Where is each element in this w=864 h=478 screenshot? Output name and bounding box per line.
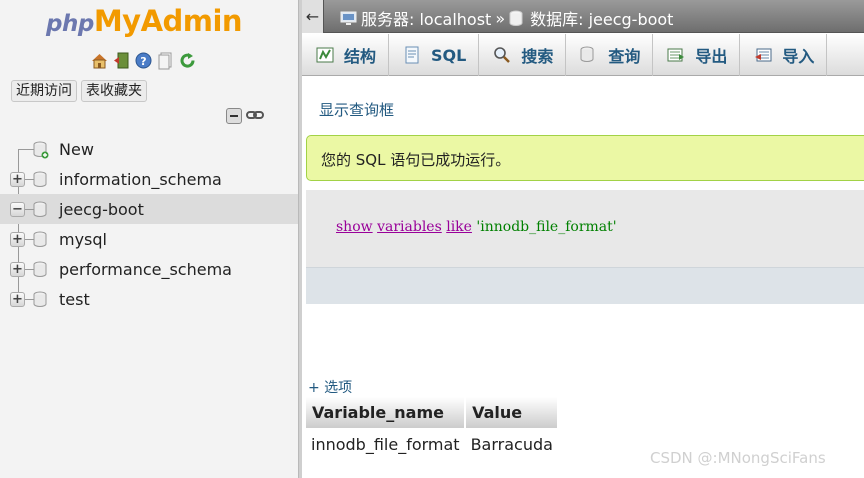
- recent-tab[interactable]: 近期访问: [11, 80, 77, 102]
- docs-icon[interactable]: [156, 51, 175, 70]
- cell-variable-name: innodb_file_format: [306, 428, 466, 460]
- sql-toolbar: [306, 267, 864, 304]
- query-icon: [580, 46, 598, 64]
- import-icon: [754, 46, 772, 64]
- favorites-tab[interactable]: 表收藏夹: [81, 80, 147, 102]
- search-icon: [493, 46, 511, 64]
- tab-label: 导入: [782, 47, 815, 66]
- tree-item-information-schema[interactable]: + information_schema: [0, 164, 298, 194]
- sql-keyword-show[interactable]: show: [336, 219, 373, 235]
- new-db-icon: [33, 141, 49, 159]
- success-text: 您的 SQL 语句已成功运行。: [321, 151, 511, 169]
- logo-myadmin: MyAdmin: [93, 4, 243, 38]
- server-icon: [340, 10, 357, 27]
- expand-icon[interactable]: +: [10, 262, 25, 277]
- expand-icon[interactable]: +: [10, 292, 25, 307]
- collapse-all-icon[interactable]: [226, 107, 242, 124]
- tree-controls: [226, 106, 264, 125]
- back-arrow-icon[interactable]: ←: [302, 0, 324, 33]
- success-message: 您的 SQL 语句已成功运行。: [306, 135, 864, 181]
- tab-bar: 结构 SQL 搜索 查询 导出 导入: [302, 34, 864, 76]
- phpmyadmin-logo[interactable]: phpMyAdmin: [46, 4, 243, 38]
- main-content: ← 服务器: localhost » 数据库: jeecg-boot 结构 SQ…: [302, 0, 864, 478]
- breadcrumb-server[interactable]: 服务器: localhost: [361, 6, 491, 30]
- database-icon: [33, 261, 47, 278]
- column-header-variable-name[interactable]: Variable_name: [306, 397, 467, 428]
- sql-string-literal: 'innodb_file_format': [476, 219, 617, 235]
- watermark: CSDN @:MNongSciFans: [650, 449, 826, 467]
- sql-query-box: show variables like 'innodb_file_format': [306, 190, 864, 304]
- show-query-box-link[interactable]: 显示查询框: [319, 99, 394, 120]
- breadcrumb: 服务器: localhost » 数据库: jeecg-boot: [340, 6, 673, 30]
- tree-item-label[interactable]: jeecg-boot: [59, 200, 144, 219]
- tree-branch-line: [18, 149, 34, 150]
- tab-label: 结构: [344, 47, 377, 66]
- tree-item-label[interactable]: test: [59, 290, 90, 309]
- breadcrumb-bar: ← 服务器: localhost » 数据库: jeecg-boot: [302, 0, 864, 33]
- tree-item-mysql[interactable]: + mysql: [0, 224, 298, 254]
- database-icon: [509, 10, 526, 27]
- tab-label: 查询: [608, 47, 641, 66]
- database-icon: [33, 171, 47, 188]
- export-icon: [667, 46, 685, 64]
- tab-sql[interactable]: SQL: [389, 34, 480, 76]
- expand-icon[interactable]: +: [10, 232, 25, 247]
- sql-keyword-like[interactable]: like: [446, 219, 472, 235]
- breadcrumb-database[interactable]: 数据库: jeecg-boot: [530, 6, 673, 30]
- database-icon: [33, 201, 47, 218]
- options-toggle-link[interactable]: + 选项: [308, 377, 352, 397]
- sql-statement: show variables like 'innodb_file_format': [336, 219, 617, 235]
- sql-keyword-variables[interactable]: variables: [377, 219, 442, 235]
- structure-icon: [316, 46, 334, 64]
- link-icon[interactable]: [246, 106, 264, 125]
- tree-item-label[interactable]: mysql: [59, 230, 107, 249]
- cell-value: Barracuda: [465, 428, 559, 460]
- tab-query[interactable]: 查询: [566, 34, 654, 76]
- result-table: Variable_name Value innodb_file_format B…: [306, 397, 560, 460]
- tree-item-jeecg-boot[interactable]: − jeecg-boot: [0, 194, 298, 224]
- breadcrumb-separator: »: [495, 8, 506, 28]
- nav-tabs: 近期访问 表收藏夹: [11, 80, 147, 102]
- tree-item-test[interactable]: + test: [0, 284, 298, 314]
- tree-item-new[interactable]: New: [0, 134, 298, 164]
- tree-item-label[interactable]: performance_schema: [59, 260, 232, 279]
- svg-text:?: ?: [140, 55, 146, 68]
- table-header-row: Variable_name Value: [306, 397, 560, 428]
- tree-item-label[interactable]: information_schema: [59, 170, 222, 189]
- exit-icon[interactable]: [112, 51, 131, 70]
- table-row: innodb_file_format Barracuda: [306, 428, 559, 460]
- database-icon: [33, 291, 47, 308]
- logo-php: php: [46, 11, 94, 37]
- tab-search[interactable]: 搜索: [479, 34, 567, 76]
- tab-structure[interactable]: 结构: [302, 34, 390, 76]
- expand-icon[interactable]: +: [10, 172, 25, 187]
- home-icon[interactable]: [90, 51, 109, 70]
- tab-export[interactable]: 导出: [653, 34, 741, 76]
- tab-label: SQL: [431, 45, 467, 65]
- logo-links: ?: [90, 51, 197, 70]
- tree-item-label: New: [59, 139, 94, 159]
- database-icon: [33, 231, 47, 248]
- tab-import[interactable]: 导入: [740, 34, 828, 76]
- database-tree: New + information_schema − jeecg-boot + …: [0, 134, 298, 314]
- collapse-icon[interactable]: −: [10, 202, 25, 217]
- reload-icon[interactable]: [178, 51, 197, 70]
- sql-icon: [403, 46, 421, 64]
- navigation-panel: phpMyAdmin ? 近期访问 表收藏夹 New + information…: [0, 0, 298, 478]
- tab-label: 导出: [695, 47, 728, 66]
- tree-item-performance-schema[interactable]: + performance_schema: [0, 254, 298, 284]
- help-icon[interactable]: ?: [134, 51, 153, 70]
- tab-label: 搜索: [521, 47, 554, 66]
- column-header-value[interactable]: Value: [465, 397, 560, 428]
